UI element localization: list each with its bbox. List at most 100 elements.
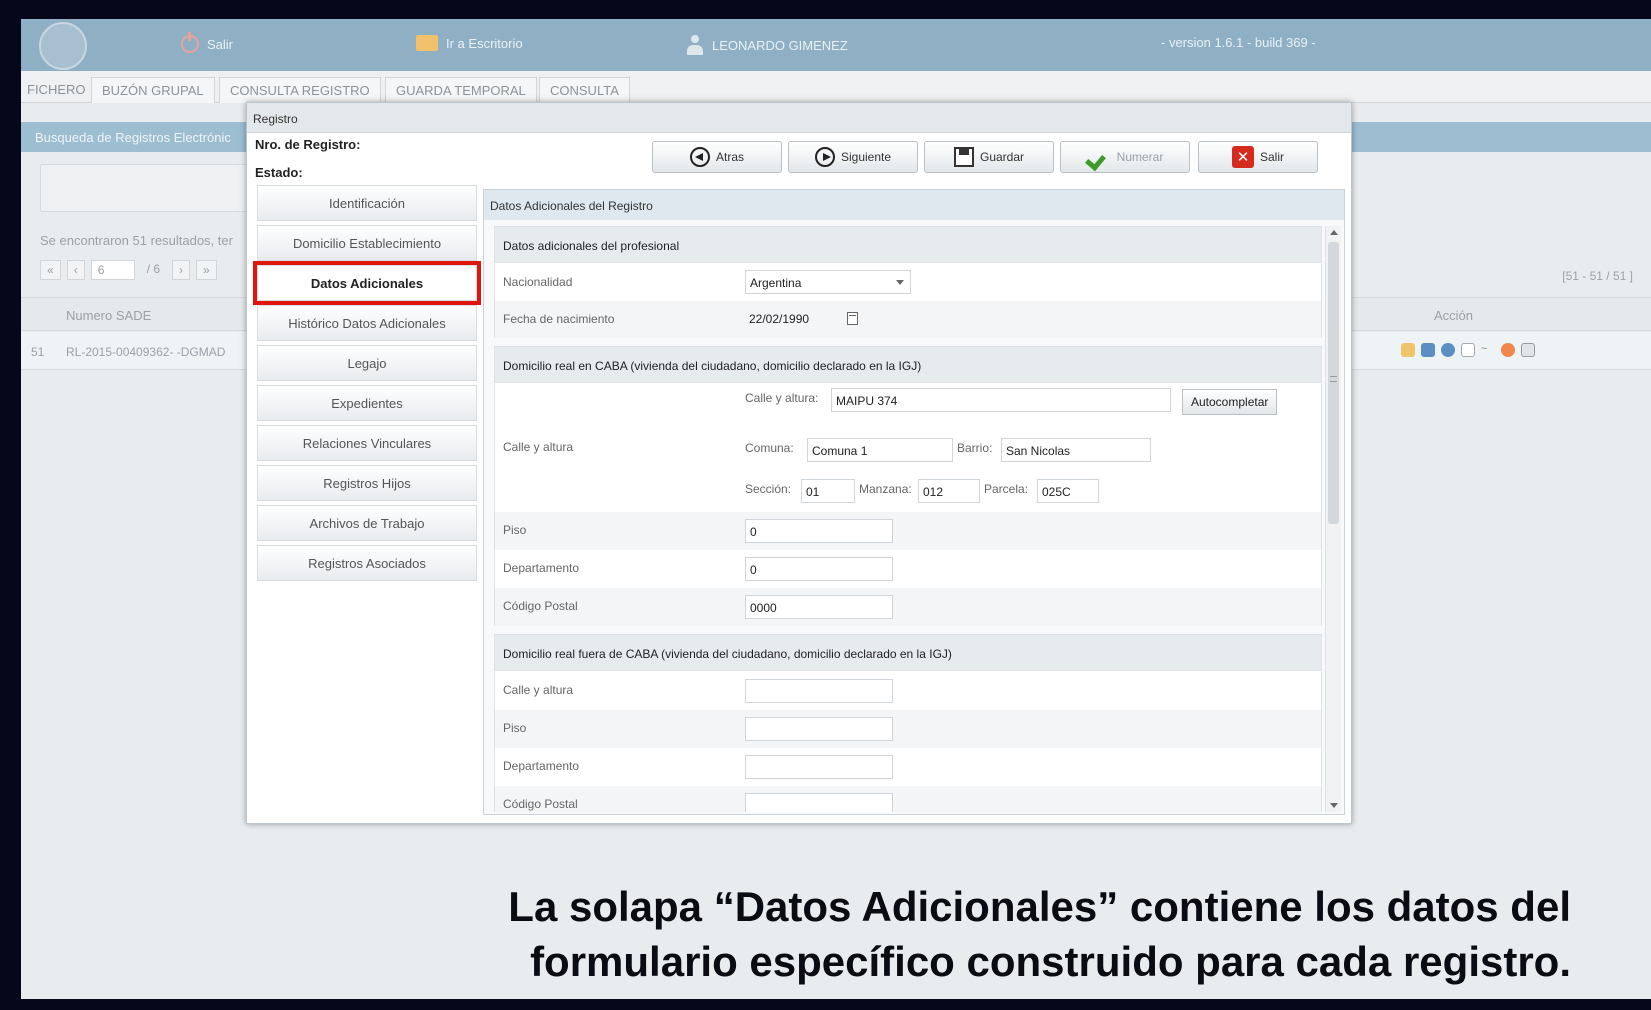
tab-guarda-temporal[interactable]: GUARDA TEMPORAL: [385, 77, 537, 103]
nav-legajo[interactable]: Legajo: [257, 345, 477, 381]
autocompletar-button[interactable]: Autocompletar: [1182, 389, 1278, 415]
salir-link[interactable]: Salir: [181, 32, 234, 53]
salir-button[interactable]: ✕ Salir: [1198, 141, 1318, 173]
seccion-input[interactable]: 01: [801, 479, 855, 503]
nav-expedientes[interactable]: Expedientes: [257, 385, 477, 421]
nro-registro-label: Nro. de Registro:: [255, 137, 361, 152]
comuna-input[interactable]: Comuna 1: [807, 438, 953, 462]
scroll-up-icon[interactable]: [1330, 230, 1338, 235]
scroll-grip-icon: [1330, 376, 1337, 382]
app-screen: Salir Ir a Escritorio LEONARDO GIMENEZ -…: [21, 19, 1651, 999]
folder-icon: [416, 35, 438, 51]
result-count: [51 - 51 / 51 ]: [1562, 269, 1633, 283]
version-info: - version 1.6.1 - build 369 -: [1161, 35, 1316, 50]
piso-ext-input[interactable]: [745, 717, 893, 741]
document-icon[interactable]: [1461, 343, 1475, 357]
first-page-button[interactable]: «: [40, 260, 61, 280]
row-departamento: Departamento 0: [495, 550, 1321, 588]
print-icon[interactable]: [1521, 343, 1535, 357]
calendar-icon[interactable]: [847, 312, 858, 325]
dialog-title: Registro: [247, 103, 1351, 133]
calle-altura-label: Calle y altura: [503, 440, 574, 454]
save-icon[interactable]: [1421, 343, 1435, 357]
row-codigo-postal: Código Postal 0000: [495, 588, 1321, 626]
escritorio-link[interactable]: Ir a Escritorio: [416, 35, 523, 51]
pager: « ‹ 6 / 6 › »: [40, 260, 217, 280]
siguiente-button[interactable]: Siguiente: [788, 141, 918, 173]
guardar-label: Guardar: [979, 150, 1025, 164]
col-numero-sade: Numero SADE: [66, 308, 152, 323]
row-fecha-nacimiento: Fecha de nacimiento 22/02/1990: [495, 301, 1321, 338]
save-icon: [953, 147, 974, 167]
row-piso: Piso 0: [495, 512, 1321, 550]
lifebuoy-icon[interactable]: [1501, 343, 1515, 357]
tab-buzon-grupal[interactable]: BUZÓN GRUPAL: [91, 77, 215, 103]
last-page-button[interactable]: »: [196, 260, 217, 280]
codigo-postal-input[interactable]: 0000: [745, 595, 893, 619]
nacionalidad-select[interactable]: Argentina: [745, 270, 911, 294]
parcela-label: Parcela:: [984, 482, 1029, 496]
section-domicilio-caba: Domicilio real en CABA (vivienda del ciu…: [494, 346, 1322, 626]
folder-icon[interactable]: [1401, 343, 1415, 357]
manzana-input[interactable]: 012: [918, 479, 980, 503]
section-title: Domicilio real en CABA (vivienda del ciu…: [495, 347, 1321, 383]
nav-relaciones-vinculares[interactable]: Relaciones Vinculares: [257, 425, 477, 461]
prev-page-button[interactable]: ‹: [66, 260, 85, 280]
page-input[interactable]: 6: [90, 260, 135, 280]
nav-historico-datos-adicionales[interactable]: Histórico Datos Adicionales: [257, 305, 477, 341]
calle-altura-input[interactable]: MAIPU 374: [831, 388, 1171, 412]
guardar-button[interactable]: Guardar: [924, 141, 1054, 173]
power-icon: [181, 32, 199, 53]
nav-identificacion[interactable]: Identificación: [257, 185, 477, 221]
barrio-input[interactable]: San Nicolas: [1001, 438, 1151, 462]
row-numero: RL-2015-00409362- -DGMAD: [66, 345, 226, 359]
form-scroll-area: Datos adicionales del profesional Nacion…: [494, 226, 1322, 812]
row-calle-altura-ext: Calle y altura: [495, 672, 1321, 710]
row-index: 51: [31, 345, 45, 359]
codigo-postal-ext-input[interactable]: [745, 793, 893, 812]
salir-label: Salir: [207, 36, 234, 52]
vertical-scrollbar[interactable]: [1325, 226, 1341, 812]
fecha-nacimiento-input[interactable]: 22/02/1990: [745, 307, 845, 331]
slide-frame: Salir Ir a Escritorio LEONARDO GIMENEZ -…: [0, 0, 1651, 1010]
numerar-button[interactable]: Numerar: [1060, 141, 1190, 173]
forward-arrow-icon: [814, 147, 835, 167]
nav-domicilio-establecimiento[interactable]: Domicilio Establecimiento: [257, 225, 477, 261]
piso-input[interactable]: 0: [745, 519, 893, 543]
row-nacionalidad: Nacionalidad Argentina: [495, 264, 1321, 301]
calle-altura-sublabel: Calle y altura:: [745, 391, 819, 405]
scroll-thumb[interactable]: [1328, 242, 1339, 524]
tab-fichero[interactable]: FICHERO: [21, 77, 96, 103]
nav-archivos-de-trabajo[interactable]: Archivos de Trabajo: [257, 505, 477, 541]
codigo-postal-label: Código Postal: [503, 599, 578, 613]
tab-consulta-registro[interactable]: CONSULTA REGISTRO: [219, 77, 381, 103]
registro-dialog: Registro Nro. de Registro: Estado: Atras…: [246, 102, 1352, 824]
slide-caption: La solapa “Datos Adicionales” contiene l…: [371, 879, 1571, 989]
back-arrow-icon: [689, 147, 710, 167]
page-total: / 6: [146, 262, 161, 276]
atras-button[interactable]: Atras: [652, 141, 782, 173]
numerar-label: Numerar: [1116, 150, 1164, 164]
departamento-input[interactable]: 0: [745, 557, 893, 581]
nav-datos-adicionales[interactable]: Datos Adicionales: [253, 261, 481, 305]
users-icon[interactable]: [1441, 343, 1455, 357]
link-icon[interactable]: ~: [1481, 343, 1495, 357]
nacionalidad-label: Nacionalidad: [503, 275, 573, 289]
next-page-button[interactable]: ›: [172, 260, 191, 280]
calle-altura-ext-input[interactable]: [745, 679, 893, 703]
nav-registros-asociados[interactable]: Registros Asociados: [257, 545, 477, 581]
top-bar: Salir Ir a Escritorio LEONARDO GIMENEZ -…: [21, 19, 1651, 71]
user-name: LEONARDO GIMENEZ: [712, 37, 848, 53]
user-info: LEONARDO GIMENEZ: [686, 35, 848, 55]
results-text: Se encontraron 51 resultados, ter: [40, 233, 233, 248]
piso-label: Piso: [503, 523, 527, 537]
tab-consulta[interactable]: CONSULTA: [539, 77, 630, 103]
nacionalidad-value: Argentina: [750, 276, 802, 290]
salir-button-label: Salir: [1259, 150, 1284, 164]
nav-registros-hijos[interactable]: Registros Hijos: [257, 465, 477, 501]
city-logo-icon: [39, 22, 87, 70]
departamento-ext-input[interactable]: [745, 755, 893, 779]
parcela-input[interactable]: 025C: [1037, 479, 1099, 503]
scroll-down-icon[interactable]: [1330, 803, 1338, 808]
manzana-label: Manzana:: [859, 482, 912, 496]
